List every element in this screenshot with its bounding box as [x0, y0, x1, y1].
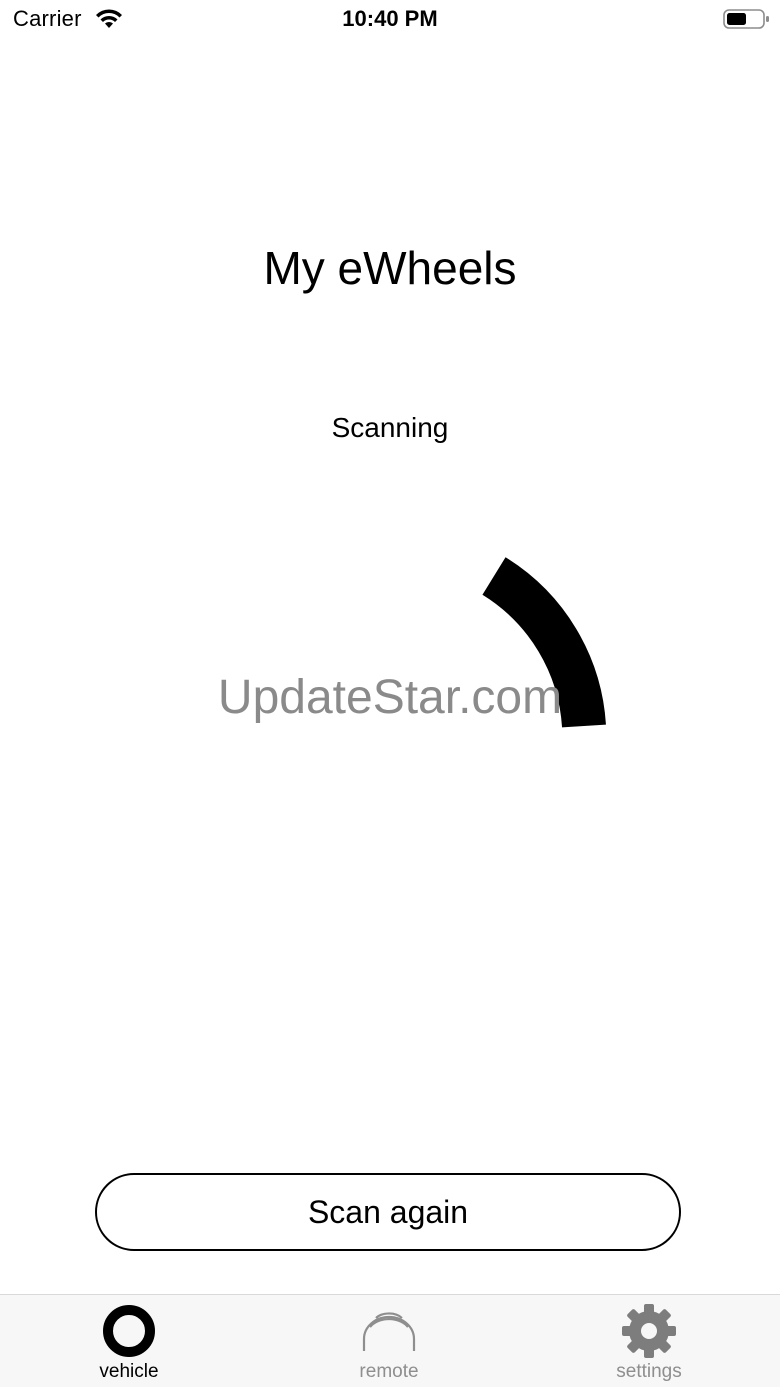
tab-bar: vehicle remote settings: [0, 1294, 780, 1387]
remote-arc-icon: [359, 1303, 419, 1359]
tab-label-remote: remote: [359, 1361, 419, 1382]
tab-label-settings: settings: [616, 1361, 682, 1382]
page-title: My eWheels: [263, 242, 517, 294]
status-bar: Carrier 10:40 PM: [0, 0, 780, 40]
gear-icon: [619, 1303, 679, 1359]
battery-icon: [723, 8, 771, 30]
tab-remote[interactable]: remote: [289, 1295, 489, 1388]
scanning-status-text: Scanning: [331, 412, 449, 443]
ring-icon: [99, 1303, 159, 1359]
tab-label-vehicle: vehicle: [99, 1361, 159, 1382]
tab-vehicle[interactable]: vehicle: [29, 1295, 229, 1388]
status-time: 10:40 PM: [342, 6, 438, 31]
tab-settings[interactable]: settings: [549, 1295, 749, 1388]
watermark-text: UpdateStar.com: [217, 671, 563, 724]
scan-again-button[interactable]: Scan again: [95, 1173, 681, 1251]
